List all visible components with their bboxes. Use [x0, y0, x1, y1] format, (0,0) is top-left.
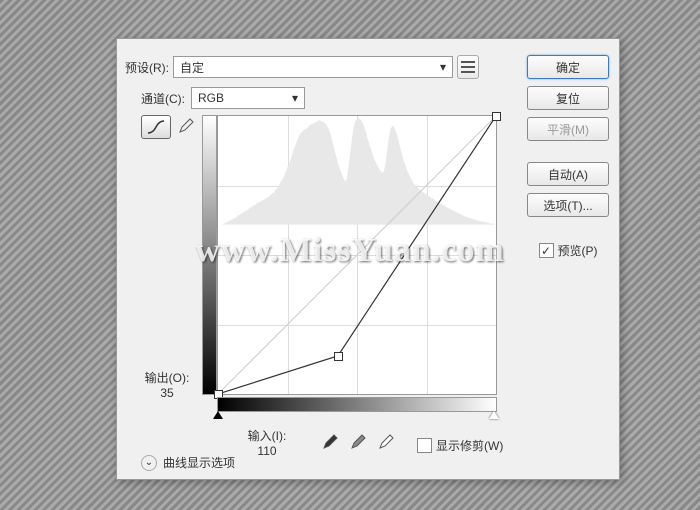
preview-label: 预览(P)	[558, 242, 598, 259]
black-slider[interactable]	[213, 411, 223, 419]
output-label: 输出(O):	[137, 369, 197, 386]
disclosure-label: 曲线显示选项	[163, 454, 235, 471]
channel-label: 通道(C):	[141, 90, 185, 107]
curve-point[interactable]	[492, 112, 501, 121]
curves-dialog: 预设(R): 自定 ▾ 通道(C): RGB ▾	[116, 38, 620, 480]
show-clipping-label: 显示修剪(W)	[436, 437, 503, 454]
preset-select[interactable]: 自定 ▾	[173, 56, 453, 78]
curve-graph[interactable]	[217, 115, 497, 395]
curve-tool-button[interactable]	[141, 115, 171, 139]
output-gradient	[202, 115, 217, 395]
channel-value: RGB	[198, 91, 224, 105]
chevron-down-icon: ⌄	[141, 455, 157, 471]
auto-button[interactable]: 自动(A)	[527, 162, 609, 186]
preset-menu-button[interactable]	[457, 55, 479, 79]
output-value: 35	[137, 386, 197, 400]
smooth-button[interactable]: 平滑(M)	[527, 117, 609, 141]
input-label: 输入(I):	[217, 427, 317, 444]
pencil-tool-button[interactable]	[175, 115, 197, 137]
channel-select[interactable]: RGB ▾	[191, 87, 305, 109]
preset-label: 预设(R):	[125, 59, 169, 76]
histogram	[218, 116, 496, 225]
white-slider[interactable]	[489, 411, 499, 419]
curve-point[interactable]	[334, 352, 343, 361]
dropdown-icon: ▾	[292, 91, 298, 105]
menu-icon	[461, 61, 475, 73]
ok-button[interactable]: 确定	[527, 55, 609, 79]
preview-checkbox[interactable]: ✓	[539, 243, 554, 258]
input-gradient	[217, 397, 497, 412]
gray-point-dropper[interactable]	[349, 433, 367, 451]
black-point-dropper[interactable]	[321, 433, 339, 451]
white-point-dropper[interactable]	[377, 433, 395, 451]
preset-value: 自定	[180, 59, 204, 76]
options-button[interactable]: 选项(T)...	[527, 193, 609, 217]
curve-tool-icon	[147, 120, 165, 134]
pencil-tool-icon	[178, 118, 194, 134]
reset-button[interactable]: 复位	[527, 86, 609, 110]
show-clipping-checkbox[interactable]	[417, 438, 432, 453]
display-options-disclosure[interactable]: ⌄ 曲线显示选项	[141, 454, 235, 471]
dropdown-icon: ▾	[440, 60, 446, 74]
